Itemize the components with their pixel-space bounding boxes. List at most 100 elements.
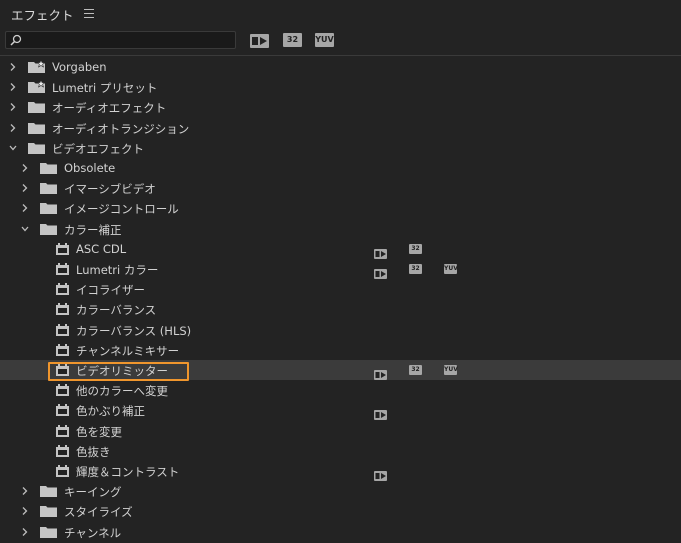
effect-icon: [56, 444, 69, 457]
folder-item[interactable]: チャンネル: [0, 522, 681, 542]
folder-icon: [40, 223, 57, 235]
32bit-icon: 32: [283, 33, 302, 47]
folder-icon: [40, 203, 57, 215]
accelerated-badge-icon: [374, 365, 387, 380]
folder-item[interactable]: オーディオトランジション: [0, 118, 681, 138]
tree-item-label: Lumetri カラー: [76, 263, 159, 277]
chevron-right-icon[interactable]: [20, 506, 30, 516]
yuv-badge-icon: YUV: [444, 365, 458, 375]
tree-item-label: オーディオエフェクト: [52, 101, 167, 116]
effect-icon: [56, 343, 69, 356]
32bit-badge-icon: 32: [409, 365, 422, 375]
tree-item-label: 色かぶり補正: [76, 404, 145, 419]
effect-item[interactable]: 色抜き: [0, 441, 681, 461]
folder-icon: [28, 102, 45, 114]
preset-folder-icon: [28, 60, 45, 73]
effect-item[interactable]: ASC CDL 32: [0, 239, 681, 259]
chevron-down-icon[interactable]: [20, 224, 30, 234]
tree-item-label: Obsolete: [64, 161, 116, 175]
folder-icon: [40, 526, 57, 538]
folder-icon: [40, 163, 57, 174]
folder-item[interactable]: スタイライズ: [0, 501, 681, 521]
effects-toolbar: 32 YUV: [0, 28, 681, 54]
effect-item[interactable]: 色かぶり補正: [0, 400, 681, 421]
folder-item[interactable]: イメージコントロール: [0, 198, 681, 218]
tree-item-label: イマーシブビデオ: [64, 182, 156, 197]
folder-item[interactable]: カラー補正: [0, 219, 681, 239]
accelerated-badge-icon: [374, 466, 387, 481]
panel-menu-icon[interactable]: [84, 9, 94, 18]
tree-item-label: ビデオリミッター: [76, 364, 168, 378]
effect-item[interactable]: Lumetri カラー 32 YUV: [0, 259, 681, 279]
search-box[interactable]: [5, 31, 236, 49]
chevron-right-icon[interactable]: [20, 486, 30, 496]
tree-item-label: 色抜き: [76, 444, 111, 459]
chevron-right-icon[interactable]: [8, 102, 18, 112]
chevron-right-icon[interactable]: [8, 82, 18, 92]
yuv-icon: YUV: [315, 33, 334, 47]
folder-icon: [40, 183, 57, 195]
tree-item-label: スタイライズ: [64, 505, 133, 520]
folder-item[interactable]: Lumetri プリセット: [0, 77, 681, 97]
preset-folder-icon: [28, 80, 45, 94]
folder-item[interactable]: キーイング: [0, 481, 681, 501]
tree-item-label: カラーバランス: [76, 303, 157, 318]
search-input[interactable]: [24, 33, 229, 47]
yuv-filter-button[interactable]: YUV: [315, 33, 334, 47]
yuv-badge-icon: YUV: [444, 264, 458, 274]
effect-item[interactable]: カラーバランス (HLS): [0, 320, 681, 340]
accelerated-effects-icon: [250, 34, 269, 48]
accelerated-effects-filter-button[interactable]: [250, 33, 269, 48]
effect-item[interactable]: イコライザー: [0, 279, 681, 299]
tree-item-label: チャンネル: [64, 525, 122, 540]
tree-item-label: カラーバランス (HLS): [76, 323, 192, 338]
tree-item-label: オーディオトランジション: [52, 121, 190, 136]
accelerated-badge-icon: [374, 405, 387, 421]
effect-item[interactable]: カラーバランス: [0, 299, 681, 319]
effect-icon: [56, 303, 69, 316]
effect-icon: [56, 424, 69, 437]
effect-icon: [56, 404, 69, 417]
panel-title: エフェクト: [11, 8, 74, 23]
chevron-right-icon[interactable]: [20, 527, 30, 537]
tree-item-label: カラー補正: [64, 222, 122, 237]
chevron-right-icon[interactable]: [20, 163, 30, 173]
effect-icon: [56, 242, 69, 255]
tree-item-label: ビデオエフェクト: [52, 141, 144, 156]
tree-item-label: キーイング: [64, 485, 122, 500]
accelerated-badge-icon: [374, 264, 387, 279]
toolbar-divider: [0, 55, 681, 56]
tree-item-label: チャンネルミキサー: [76, 343, 180, 358]
tree-item-label: 他のカラーへ変更: [76, 384, 168, 399]
chevron-right-icon[interactable]: [20, 203, 30, 213]
chevron-right-icon[interactable]: [8, 123, 18, 133]
32bit-filter-button[interactable]: 32: [283, 33, 302, 47]
effect-icon: [56, 384, 69, 397]
folder-item[interactable]: Vorgaben: [0, 57, 681, 77]
effect-icon: [56, 263, 69, 275]
32bit-badge-icon: 32: [409, 243, 422, 254]
effect-item[interactable]: 他のカラーへ変更: [0, 380, 681, 400]
folder-icon: [40, 486, 57, 498]
accelerated-badge-icon: [374, 244, 387, 259]
tree-item-label: Lumetri プリセット: [52, 81, 158, 96]
effect-item[interactable]: 色を変更: [0, 421, 681, 441]
chevron-down-icon[interactable]: [8, 143, 18, 153]
tree-item-label: イメージコントロール: [64, 202, 179, 217]
chevron-right-icon[interactable]: [20, 183, 30, 193]
folder-item[interactable]: イマーシブビデオ: [0, 178, 681, 198]
search-icon: [10, 34, 22, 46]
folder-item[interactable]: Obsolete: [0, 158, 681, 178]
32bit-badge-icon: 32: [409, 264, 422, 274]
folder-icon: [40, 506, 57, 518]
folder-icon: [28, 142, 45, 154]
effect-item[interactable]: チャンネルミキサー: [0, 340, 681, 360]
folder-item[interactable]: ビデオエフェクト: [0, 138, 681, 158]
folder-item[interactable]: オーディオエフェクト: [0, 97, 681, 117]
tree-item-label: ASC CDL: [76, 241, 127, 256]
chevron-right-icon[interactable]: [8, 62, 18, 72]
effect-item[interactable]: 輝度＆コントラスト: [0, 461, 681, 481]
effect-icon: [56, 364, 69, 376]
effect-item[interactable]: ビデオリミッター 32 YUV: [0, 360, 681, 380]
folder-icon: [28, 122, 45, 134]
